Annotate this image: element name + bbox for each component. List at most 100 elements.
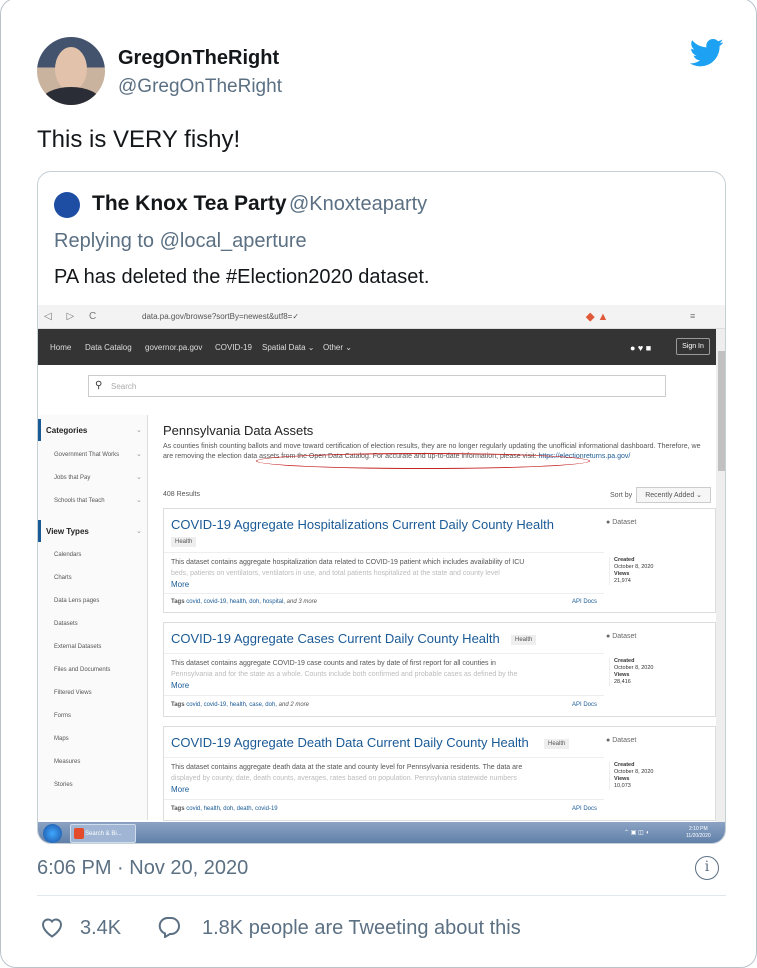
dataset-card: COVID-19 Aggregate Hospitalizations Curr… — [163, 508, 716, 613]
taskbar-clock: 2:10 PM 11/20/2020 — [686, 826, 711, 840]
dataset-card: COVID-19 Aggregate Death Data Current Da… — [163, 726, 716, 821]
nav-home: Home — [50, 343, 72, 352]
brave-icon — [74, 828, 84, 839]
site-search-input: ⚲ Search — [88, 375, 666, 397]
created-date: October 8, 2020 — [614, 564, 654, 570]
nav-data-catalog: Data Catalog — [85, 343, 132, 352]
dataset-type: ● Dataset — [606, 633, 636, 640]
user-handle[interactable]: @GregOnTheRight — [118, 76, 282, 98]
view-type-item: Datasets — [54, 621, 78, 627]
tag-list: covid, covid-19, health, case, doh, — [186, 702, 277, 708]
chevron-down-icon: ⌄ — [136, 427, 142, 434]
results-count: 408 Results — [163, 491, 200, 498]
tags-more: and 2 more — [278, 702, 309, 708]
browser-menu-icon: ≡ — [690, 311, 696, 321]
categories-heading: Categories — [38, 419, 148, 441]
quoted-tweet[interactable]: The Knox Tea Party @Knoxteaparty Replyin… — [37, 171, 726, 844]
nav-governor: governor.pa.gov — [145, 343, 203, 352]
clock-time: 2:10 PM — [689, 826, 708, 832]
dataset-tags: Tags covid, covid-19, health, doh, hospi… — [171, 599, 317, 605]
chevron-down-icon: ⌄ — [136, 497, 142, 504]
more-link: More — [171, 580, 190, 589]
tweeting-about-link[interactable]: 1.8K people are Tweeting about this — [202, 917, 521, 940]
quoted-handle[interactable]: @Knoxteaparty — [289, 193, 427, 216]
tags-label: Tags — [171, 806, 185, 812]
tweet-text: This is VERY fishy! — [37, 126, 241, 153]
brave-shield-icon: ◆ ▲ — [586, 311, 609, 323]
scrollbar-thumb — [718, 351, 725, 471]
dataset-type: ● Dataset — [606, 519, 636, 526]
api-docs-link: API Docs — [572, 806, 598, 812]
like-count[interactable]: 3.4K — [80, 917, 121, 940]
sort-control: Sort by Recently Added ⌄ — [610, 487, 712, 503]
avatar-shirt — [41, 87, 101, 105]
sort-label: Sort by — [610, 492, 633, 499]
view-type-item: Charts — [54, 575, 72, 581]
system-tray-icons: ⌃ ▣ ◫ ◖ — [624, 830, 649, 836]
red-annotation-circle — [256, 453, 590, 469]
category-item: Jobs that Pay — [54, 475, 91, 481]
view-type-item: Maps — [54, 736, 69, 742]
desc-text: This dataset contains aggregate COVID-19… — [171, 660, 496, 667]
info-icon[interactable]: i — [695, 856, 719, 880]
created-date: October 8, 2020 — [614, 665, 654, 671]
taskbar-item: Search & Bi... — [70, 824, 136, 843]
heart-icon[interactable] — [40, 916, 64, 938]
card-divider — [164, 653, 604, 654]
twitter-bird-icon[interactable] — [690, 38, 724, 68]
dataset-title: COVID-19 Aggregate Death Data Current Da… — [171, 735, 529, 750]
dataset-type-label: Dataset — [612, 737, 637, 744]
quoted-display-name[interactable]: The Knox Tea Party — [92, 192, 287, 216]
dataset-meta: Created October 8, 2020 Views 28,416 — [609, 658, 653, 686]
chevron-down-icon: ⌄ — [136, 528, 142, 535]
dataset-type-label: Dataset — [612, 519, 637, 526]
view-type-item: Measures — [54, 759, 81, 765]
social-icons: ● ♥ ■ — [630, 343, 652, 353]
views-count: 28,416 — [614, 679, 631, 685]
dataset-meta: Created October 8, 2020 Views 21,974 — [609, 557, 653, 585]
clock-date: 11/20/2020 — [686, 833, 711, 839]
dataset-meta: Created October 8, 2020 Views 10,073 — [609, 762, 653, 790]
view-type-item: External Datasets — [54, 644, 102, 650]
dataset-tags: Tags covid, health, doh, death, covid-19 — [171, 806, 278, 812]
speech-bubble-icon[interactable] — [157, 916, 181, 938]
category-item: Government That Works — [54, 452, 120, 458]
more-link: More — [171, 681, 190, 690]
dataset-description: This dataset contains aggregate death da… — [171, 762, 591, 784]
tags-label: Tags — [171, 702, 185, 708]
view-type-item: Files and Documents — [54, 667, 111, 673]
created-label: Created — [614, 762, 635, 768]
windows-taskbar: Search & Bi... ⌃ ▣ ◫ ◖ 2:10 PM 11/20/2020 — [38, 822, 725, 843]
category-badge: Health — [511, 635, 537, 645]
desc-text: This dataset contains aggregate hospital… — [171, 559, 525, 566]
desc-text-faded: beds, patients on ventilators, ventilato… — [171, 570, 500, 577]
created-label: Created — [614, 658, 635, 664]
start-button-icon — [43, 824, 62, 843]
site-nav-bar: Home Data Catalog governor.pa.gov COVID-… — [38, 329, 716, 365]
avatar-face — [55, 47, 87, 91]
view-types-heading: View Types — [38, 520, 148, 542]
dataset-card: COVID-19 Aggregate Cases Current Daily C… — [163, 622, 716, 717]
category-badge: Health — [544, 739, 570, 749]
card-divider — [164, 799, 604, 800]
display-name[interactable]: GregOnTheRight — [118, 47, 279, 70]
search-icon: ⚲ — [95, 380, 103, 391]
tag-list: covid, health, doh, death, covid-19 — [186, 806, 278, 812]
dataset-title: COVID-19 Aggregate Cases Current Daily C… — [171, 631, 500, 646]
desc-text-faded: displayed by county, date, death counts,… — [171, 775, 517, 782]
quoted-avatar[interactable] — [54, 192, 80, 218]
tweet-timestamp[interactable]: 6:06 PM · Nov 20, 2020 — [37, 857, 248, 880]
sort-select: Recently Added ⌄ — [636, 487, 712, 503]
created-label: Created — [614, 557, 635, 563]
filter-sidebar: Categories ⌄ Government That Works ⌄ Job… — [38, 415, 148, 820]
avatar[interactable] — [37, 37, 105, 105]
notice-text: As counties finish counting ballots and … — [163, 443, 658, 450]
card-divider — [164, 593, 604, 594]
tag-list: covid, covid-19, health, doh, hospital, — [186, 599, 285, 605]
dataset-description: This dataset contains aggregate hospital… — [171, 557, 591, 579]
api-docs-link: API Docs — [572, 702, 598, 708]
desc-text-faded: Pennsylvania and for the state as a whol… — [171, 671, 518, 678]
desc-text: This dataset contains aggregate death da… — [171, 764, 523, 771]
attached-screenshot[interactable]: ◁ ▷ C data.pa.gov/browse?sortBy=newest&u… — [38, 305, 725, 843]
views-label: Views — [614, 571, 630, 577]
